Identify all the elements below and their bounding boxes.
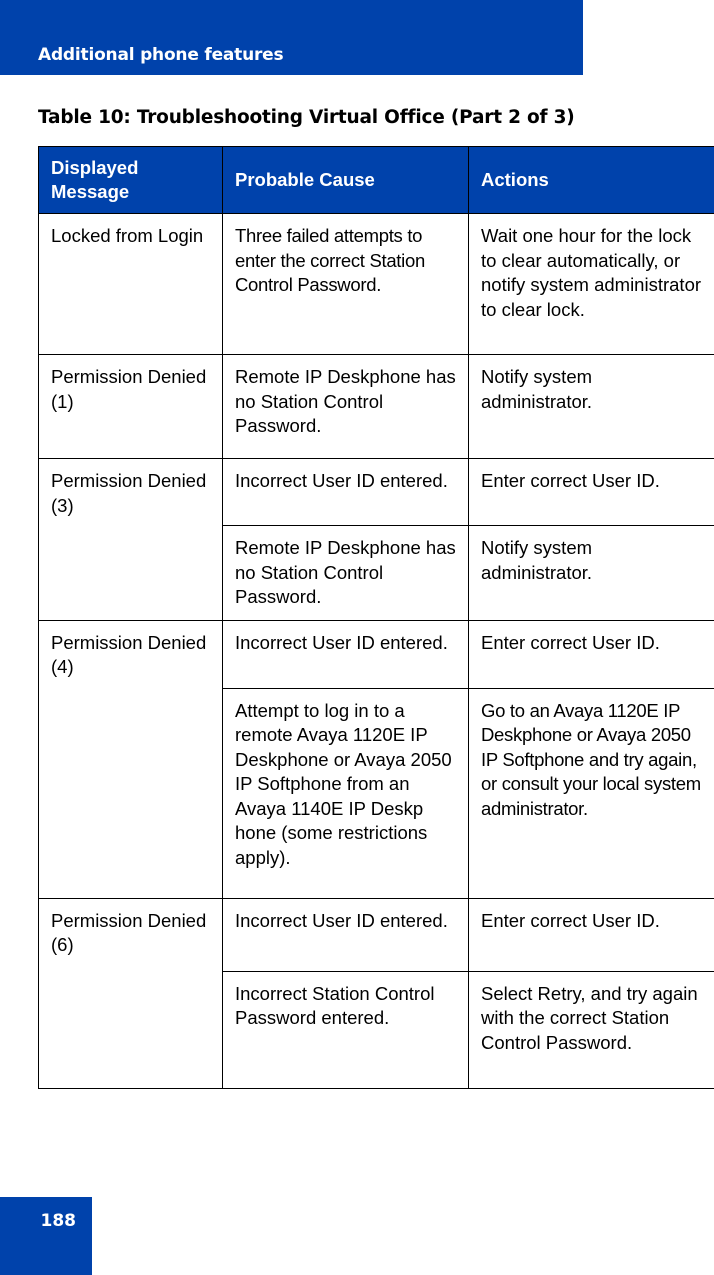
troubleshooting-table: Displayed Message Probable Cause Actions… [38,146,714,1089]
table-header-row: Displayed Message Probable Cause Actions [38,146,714,214]
table-row: Permission Denied (1) Remote IP Deskphon… [38,354,714,459]
probable-cause-cell: Three failed attempts to enter the corre… [222,213,469,355]
probable-cause-cell: Remote IP Deskphone has no Station Contr… [222,354,469,459]
displayed-message-cell: Permission Denied (1) [38,354,223,459]
header-band: Additional phone features [0,0,583,75]
table-row: Locked from Login Three failed attempts … [38,213,714,355]
probable-cause-cell: Incorrect Station Control Password enter… [222,970,469,1089]
section-title: Additional phone features [38,45,284,65]
table-row: Permission Denied (4) Incorrect User ID … [38,619,714,899]
displayed-message-cell: Locked from Login [38,213,223,355]
action-cell: Enter correct User ID. [468,897,714,972]
displayed-message-cell: Permission Denied (4) [38,619,223,899]
probable-cause-cell: Incorrect User ID entered. [222,619,469,689]
probable-cause-cell: Attempt to log in to a remote Avaya 1120… [222,687,469,899]
displayed-message-cell: Permission Denied (6) [38,897,223,1089]
probable-cause-cell: Incorrect User ID entered. [222,897,469,972]
displayed-message-cell: Permission Denied (3) [38,458,223,621]
probable-cause-cell: Incorrect User ID entered. [222,458,469,526]
probable-cause-cell: Remote IP Deskphone has no Station Contr… [222,525,469,621]
action-cell: Enter correct User ID. [468,619,714,689]
action-cell: Enter correct User ID. [468,458,714,526]
action-cell: Go to an Avaya 1120E IP Deskphone or Ava… [468,687,714,899]
table-title: Table 10: Troubleshooting Virtual Office… [38,107,575,128]
action-cell: Notify system administrator. [468,525,714,621]
column-header-displayed-message: Displayed Message [38,146,223,214]
action-cell: Select Retry, and try again with the cor… [468,970,714,1089]
page-number-box: 188 [0,1197,92,1275]
action-cell: Notify system administrator. [468,354,714,459]
table-row: Permission Denied (3) Incorrect User ID … [38,458,714,621]
page-number: 188 [40,1211,77,1231]
column-header-probable-cause: Probable Cause [222,146,469,214]
column-header-actions: Actions [468,146,714,214]
table-row: Permission Denied (6) Incorrect User ID … [38,897,714,1089]
action-cell: Wait one hour for the lock to clear auto… [468,213,714,355]
